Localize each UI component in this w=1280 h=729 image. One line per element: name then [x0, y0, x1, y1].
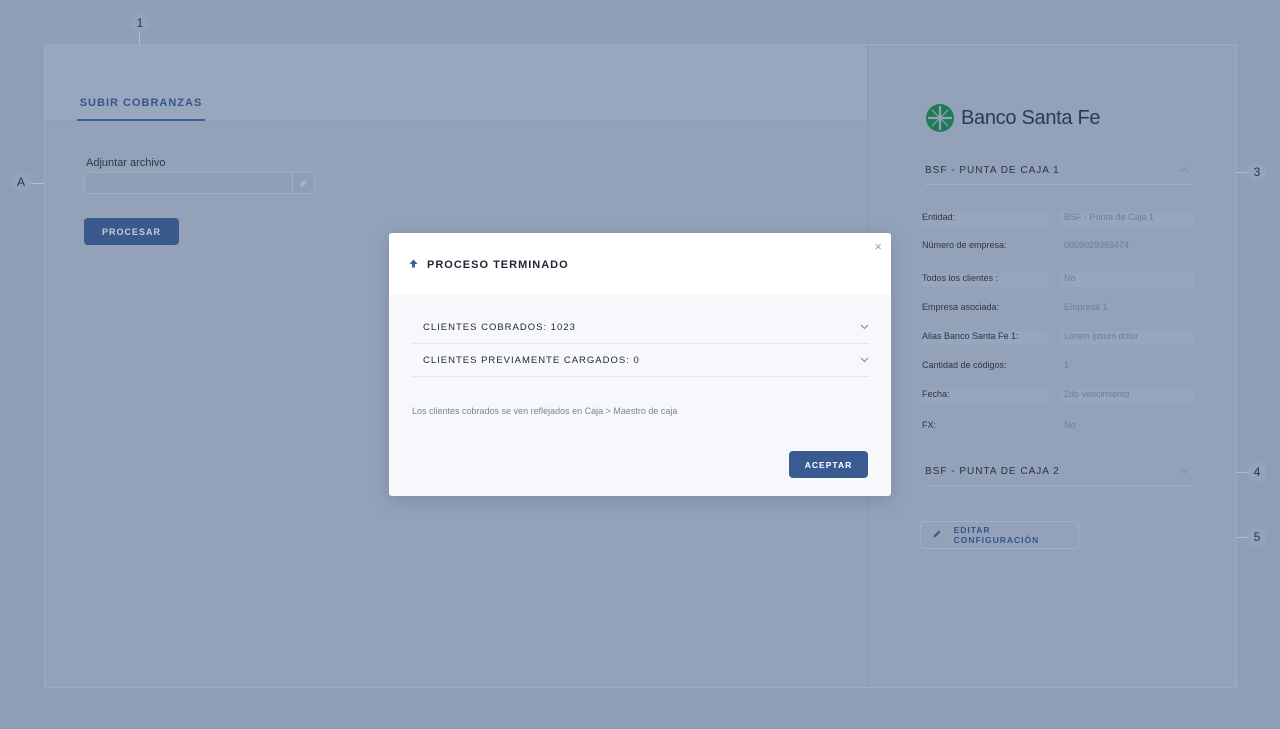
pencil-icon	[921, 529, 954, 542]
dialog-title: PROCESO TERMINADO	[409, 259, 569, 271]
field-label: Fecha:	[922, 389, 1047, 403]
accordion-caja-1[interactable]: BSF - PUNTA DE CAJA 1	[925, 157, 1193, 185]
field-label: Alias Banco Santa Fe 1:	[922, 331, 1047, 345]
clientes-previos-label: CLIENTES PREVIAMENTE CARGADOS: 0	[423, 354, 640, 366]
chevron-up-icon[interactable]	[1180, 165, 1189, 176]
chevron-down-icon[interactable]	[860, 355, 869, 366]
field-row: Todos los clientes : No	[922, 273, 1194, 287]
bank-name: Banco Santa Fe	[961, 106, 1101, 129]
config-pane: Banco Santa Fe BSF - PUNTA DE CAJA 1 Ent…	[869, 45, 1238, 687]
clientes-cobrados-label: CLIENTES COBRADOS: 1023	[423, 321, 576, 333]
tab-subir-cobranzas[interactable]: SUBIR COBRANZAS	[77, 87, 205, 121]
attach-file-input[interactable]	[84, 172, 315, 194]
accordion-caja-1-title: BSF - PUNTA DE CAJA 1	[925, 165, 1060, 176]
tab-bar: SUBIR COBRANZAS	[45, 45, 867, 121]
attach-file-label: Adjuntar archivo	[86, 157, 166, 169]
dialog-title-text: PROCESO TERMINADO	[427, 259, 569, 271]
field-row: FX: No	[922, 420, 1194, 434]
field-label: Cantidad de códigos:	[922, 360, 1007, 370]
process-button[interactable]: PROCESAR	[84, 218, 179, 245]
field-label: FX:	[922, 420, 937, 430]
paperclip-icon[interactable]	[292, 173, 314, 193]
chevron-down-icon[interactable]	[1180, 466, 1189, 477]
edit-config-label: EDITAR CONFIGURACIÓN	[953, 525, 1040, 545]
annotation-a: A	[11, 172, 31, 192]
field-value: BSF - Punta de Caja 1	[1060, 212, 1194, 226]
field-label: Empresa asociada:	[922, 302, 1000, 312]
field-value: Empresa 1	[1064, 302, 1108, 312]
accordion-caja-2-title: BSF - PUNTA DE CAJA 2	[925, 466, 1060, 477]
field-row: Empresa asociada: Empresa 1	[922, 302, 1194, 316]
field-label: Entidad:	[922, 212, 1047, 226]
accordion-clientes-cobrados[interactable]: CLIENTES COBRADOS: 1023	[412, 311, 869, 344]
field-label: Número de empresa:	[922, 240, 1007, 250]
field-value: 2do vencimiento	[1060, 389, 1194, 403]
field-value: Lorem ipsum dolor	[1060, 331, 1194, 345]
process-finished-dialog: × PROCESO TERMINADO CLIENTES COBRADOS: 1…	[389, 233, 891, 496]
clover-logo-icon	[926, 104, 954, 132]
field-row: Número de empresa: 0009029393474	[922, 240, 1194, 254]
annotation-4: 4	[1247, 462, 1267, 482]
chevron-down-icon[interactable]	[860, 322, 869, 333]
field-row: Fecha: 2do vencimiento	[922, 389, 1194, 403]
edit-config-button[interactable]: EDITAR CONFIGURACIÓN	[920, 521, 1079, 549]
field-row: Entidad: BSF - Punta de Caja 1	[922, 212, 1194, 226]
accept-button[interactable]: ACEPTAR	[789, 451, 868, 478]
annotation-5: 5	[1247, 527, 1267, 547]
field-value: No	[1064, 420, 1076, 430]
field-row: Alias Banco Santa Fe 1: Lorem ipsum dolo…	[922, 331, 1194, 345]
accordion-caja-2[interactable]: BSF - PUNTA DE CAJA 2	[925, 458, 1193, 486]
bank-logo: Banco Santa Fe	[925, 103, 1101, 133]
field-value: No	[1060, 273, 1194, 287]
field-value: 1	[1064, 360, 1070, 370]
dialog-header: × PROCESO TERMINADO	[389, 233, 891, 295]
field-row: Cantidad de códigos: 1	[922, 360, 1194, 374]
upload-arrow-icon	[409, 259, 418, 271]
field-label: Todos los clientes :	[922, 273, 1047, 287]
accordion-clientes-previos[interactable]: CLIENTES PREVIAMENTE CARGADOS: 0	[412, 344, 869, 377]
field-value: 0009029393474	[1064, 240, 1130, 250]
dialog-note: Los clientes cobrados se ven reflejados …	[412, 406, 678, 416]
close-icon[interactable]: ×	[874, 239, 882, 254]
annotation-3: 3	[1247, 162, 1267, 182]
annotation-1: 1	[130, 13, 150, 33]
